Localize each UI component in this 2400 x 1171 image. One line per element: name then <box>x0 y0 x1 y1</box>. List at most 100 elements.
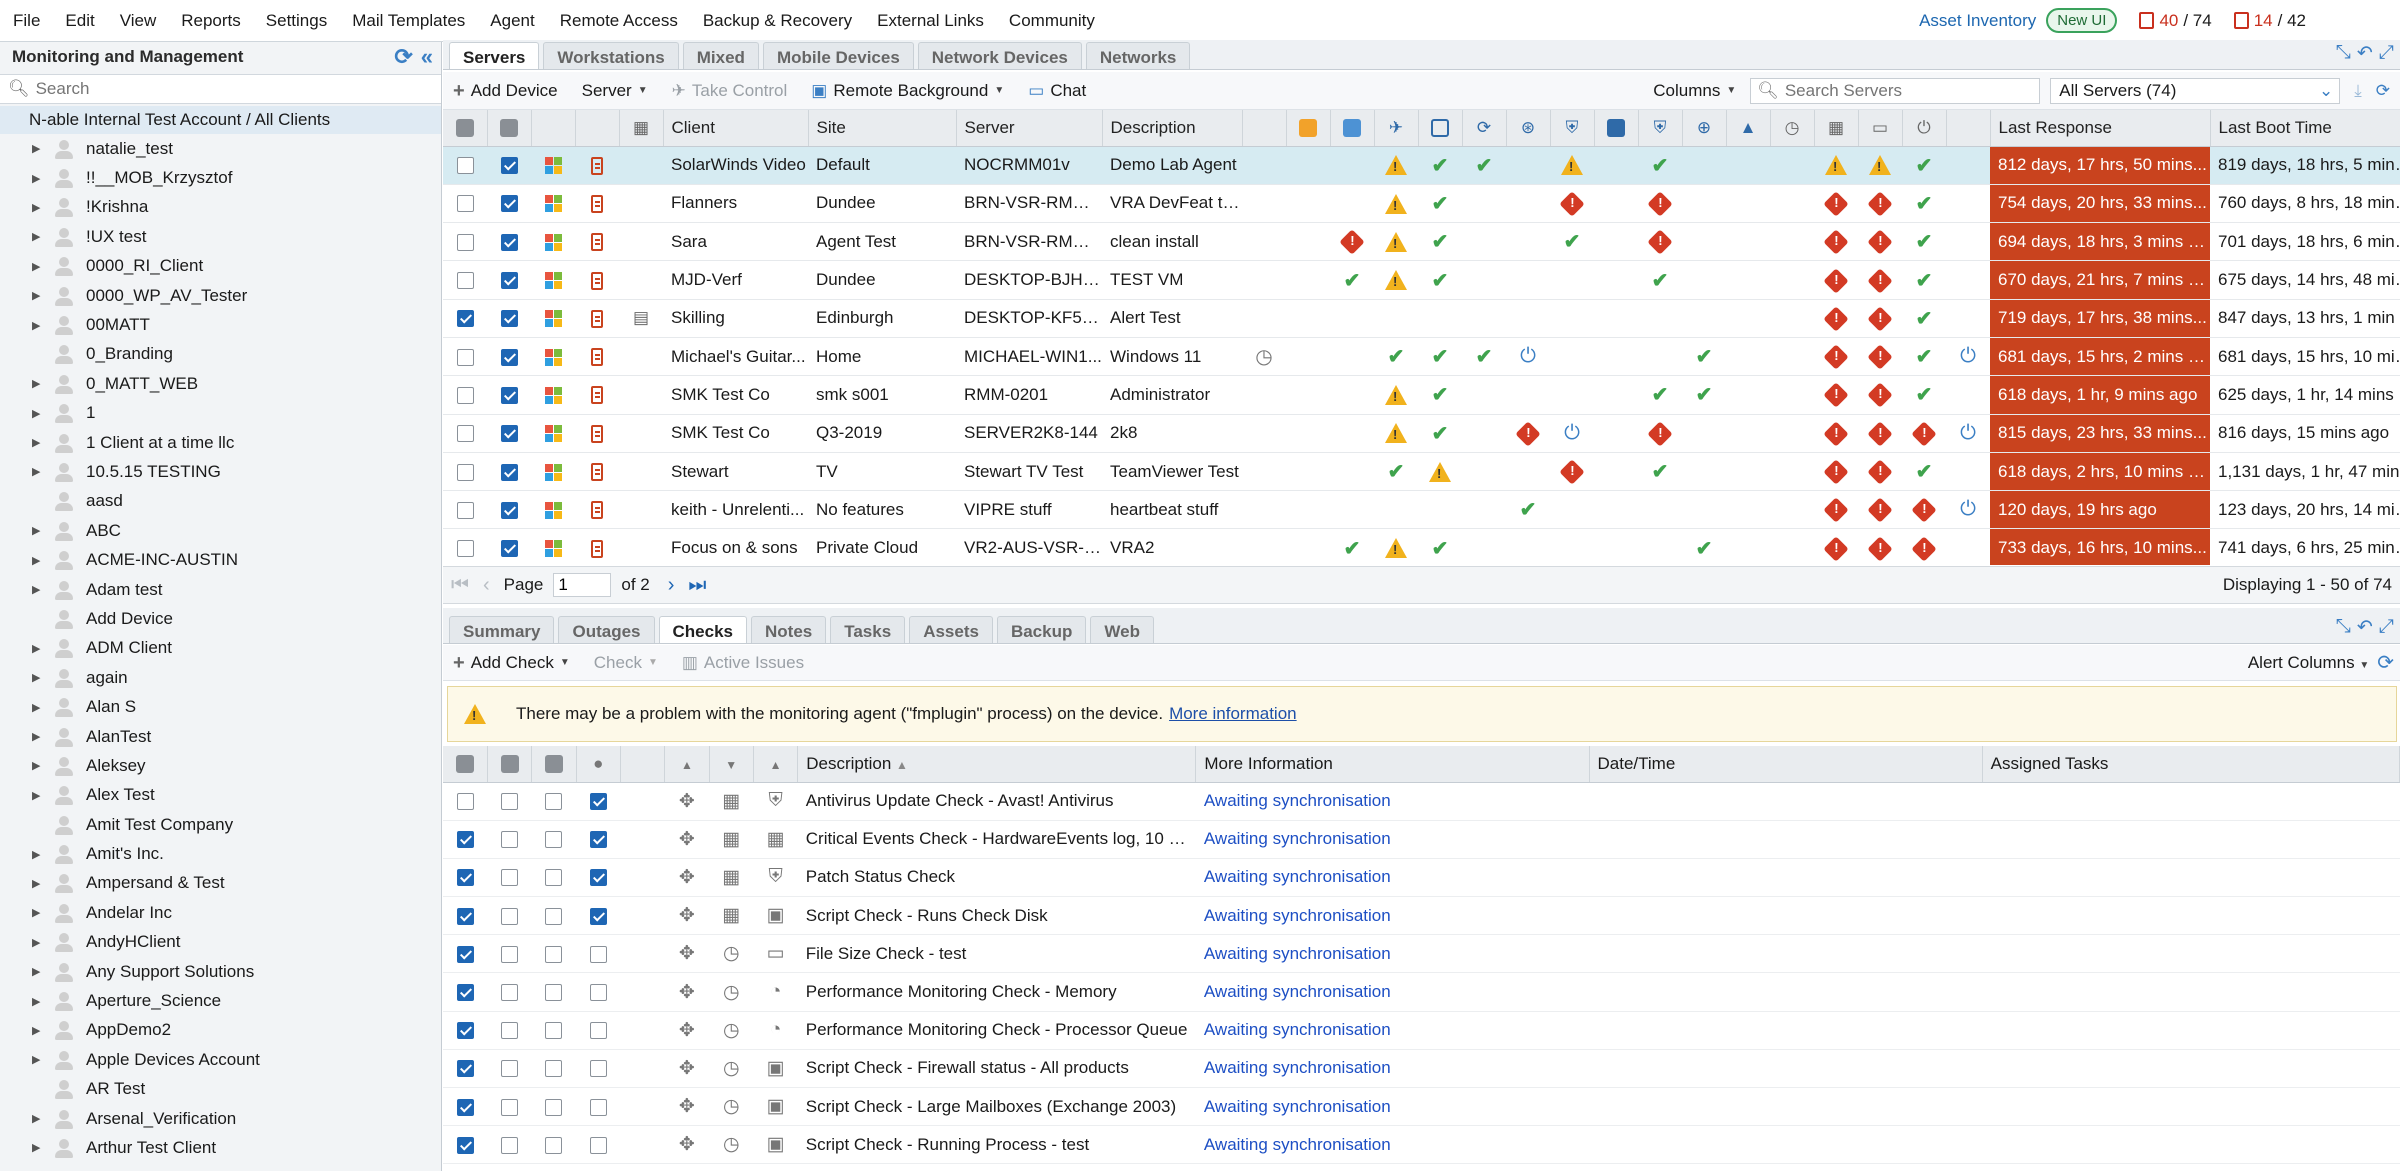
status-cell[interactable]: ✔ <box>1418 222 1462 262</box>
row-select-checkbox[interactable] <box>456 233 474 251</box>
row-select-checkbox[interactable] <box>456 348 474 366</box>
status-cell[interactable]: ✔ <box>1506 490 1550 530</box>
server-row[interactable]: Stewart TV Stewart TV Test TeamViewer Test ✔… <box>443 452 2400 492</box>
expand-arrow-icon[interactable]: ▶ <box>32 583 42 596</box>
status-cell[interactable]: ✔ <box>1638 260 1682 300</box>
client-tree-item[interactable]: ▶ Any Support Solutions <box>0 957 441 986</box>
menu-item[interactable]: Settings <box>253 11 339 31</box>
asset-inventory-link[interactable]: Asset Inventory <box>1919 11 2036 31</box>
server-row[interactable]: SolarWinds Video Default NOCRMM01v Demo Lab… <box>443 146 2400 185</box>
expand-arrow-icon[interactable]: ▶ <box>32 671 42 684</box>
expand-arrow-icon[interactable]: ▶ <box>32 906 42 919</box>
check-row[interactable]: ✥ ◷ ▣ Script Check - Firewall status - All … <box>443 1049 2400 1089</box>
expand-arrow-icon[interactable]: ▶ <box>32 701 42 714</box>
servers-failing-counter[interactable]: 40 / 74 <box>2139 11 2212 31</box>
status-cell[interactable] <box>1858 337 1902 377</box>
check-flag-checkbox[interactable] <box>545 1098 563 1116</box>
status-cell[interactable]: ✔ <box>1462 337 1506 377</box>
status-cell[interactable]: ✔ <box>1902 260 1946 300</box>
status-cell[interactable] <box>1858 184 1902 224</box>
move-handle-icon[interactable]: ✥ <box>679 905 695 926</box>
status-cell[interactable]: ✔ <box>1902 222 1946 262</box>
monitoring-checkbox[interactable] <box>500 157 518 175</box>
tab-workstations[interactable]: Workstations <box>543 42 679 69</box>
server-row[interactable]: keith - Unrelenti... No features VIPRE stu… <box>443 490 2400 530</box>
expand-arrow-icon[interactable]: ▶ <box>32 319 42 332</box>
server-filter-select[interactable]: All Servers (74) ⌄ <box>2050 77 2341 104</box>
status-cell[interactable]: ⏻ <box>1946 337 1990 377</box>
row-select-checkbox[interactable] <box>456 425 474 443</box>
col-client[interactable]: Client <box>663 110 809 147</box>
status-cell[interactable]: ✔ <box>1418 375 1462 415</box>
check-flag-checkbox[interactable] <box>501 793 519 811</box>
tab-backup[interactable]: Backup <box>996 616 1087 643</box>
status-cell[interactable] <box>1814 490 1858 530</box>
client-tree-item[interactable]: ▶ ABC <box>0 516 441 545</box>
col-web[interactable]: ⊛ <box>1506 110 1551 147</box>
status-cell[interactable] <box>1814 260 1858 300</box>
check-flag-checkbox[interactable] <box>545 945 563 963</box>
status-cell[interactable] <box>1638 414 1682 453</box>
col-site[interactable]: Site <box>808 110 957 147</box>
check-flag-checkbox[interactable] <box>456 907 474 925</box>
expand-arrow-icon[interactable]: ▶ <box>32 465 42 478</box>
client-tree-item[interactable]: ▶ natalie_test <box>0 134 441 163</box>
col-sort-a[interactable]: ▲ <box>664 746 710 783</box>
status-cell[interactable]: ✔ <box>1902 452 1946 492</box>
client-tree-item[interactable]: ▶ 0_MATT_WEB <box>0 369 441 398</box>
status-cell[interactable]: ✔ <box>1418 146 1462 185</box>
status-cell[interactable] <box>1814 184 1858 224</box>
shrink-icon[interactable]: ⤡ <box>2336 42 2351 65</box>
server-row[interactable]: SMK Test CoQ3-2019SERVER2K8-1442k8 ✔ ⏻ ⏻ 815… <box>443 414 2400 453</box>
client-tree-item[interactable]: ▶ Adam test <box>0 575 441 604</box>
menu-item[interactable]: View <box>107 11 169 31</box>
check-info-link[interactable]: Awaiting synchronisation <box>1195 858 1589 898</box>
status-cell[interactable]: ⏻ <box>1550 414 1594 453</box>
expand-arrow-icon[interactable]: ▶ <box>32 995 42 1008</box>
check-row[interactable]: ✥ ▦ ▦ Critical Events Check - HardwareEvent… <box>443 820 2400 859</box>
check-row[interactable]: ✥ ▦ ⛨ Patch Status Check Awaiting synchronis… <box>443 858 2400 898</box>
col-sort-b[interactable]: ▼ <box>709 746 754 783</box>
check-flag-checkbox[interactable] <box>456 831 474 849</box>
expand-arrow-icon[interactable]: ▶ <box>32 848 42 861</box>
server-row[interactable]: Michael's Guitar... Home MICHAEL-WIN1... Wi… <box>443 337 2400 377</box>
status-cell[interactable]: ✔ <box>1418 528 1462 565</box>
status-cell[interactable] <box>1858 299 1902 338</box>
status-cell[interactable]: ✔ <box>1462 146 1506 185</box>
expand-arrow-icon[interactable]: ▶ <box>32 554 42 567</box>
check-flag-checkbox[interactable] <box>501 907 519 925</box>
status-cell[interactable] <box>1418 452 1462 492</box>
status-cell[interactable]: ⏻ <box>1946 490 1990 530</box>
col-agent[interactable] <box>575 110 620 147</box>
check-flag-checkbox[interactable] <box>456 945 474 963</box>
col-extra[interactable] <box>1242 110 1287 147</box>
col-maintenance[interactable] <box>443 746 488 783</box>
tab-network-devices[interactable]: Network Devices <box>917 42 1082 69</box>
check-row[interactable]: ✥ ▦ ▣ Script Check - Runs Check Disk Awaitin… <box>443 896 2400 936</box>
monitoring-checkbox[interactable] <box>500 540 518 558</box>
status-cell[interactable] <box>1814 299 1858 338</box>
check-flag-checkbox[interactable] <box>456 869 474 887</box>
check-flag-checkbox[interactable] <box>456 984 474 1002</box>
menu-item[interactable]: External Links <box>864 11 996 31</box>
check-info-link[interactable]: Awaiting synchronisation <box>1195 934 1589 974</box>
client-tree-item[interactable]: ▶ !!__MOB_Krzysztof <box>0 163 441 192</box>
col-script[interactable] <box>1418 110 1463 147</box>
monitoring-checkbox[interactable] <box>500 195 518 213</box>
status-cell[interactable] <box>1814 452 1858 492</box>
client-tree-item[interactable]: ▶ Apple Devices Account <box>0 1045 441 1074</box>
expand-arrow-icon[interactable]: ▶ <box>32 1112 42 1125</box>
col-monitoring[interactable] <box>487 746 533 783</box>
check-row[interactable]: ✥ ◷ ◔ Performance Monitoring Check - Proces… <box>443 1011 2400 1050</box>
status-cell[interactable] <box>1374 414 1418 453</box>
col-screen[interactable]: ▭ <box>1858 110 1903 147</box>
check-flag-checkbox[interactable] <box>589 907 607 925</box>
check-flag-checkbox[interactable] <box>589 945 607 963</box>
check-row[interactable]: ✥ ◷ ▭ File Size Check - test Awaiting synchr… <box>443 934 2400 974</box>
check-info-link[interactable]: Awaiting synchronisation <box>1195 820 1589 859</box>
expand-icon[interactable]: ⤢ <box>2379 42 2394 65</box>
expand-arrow-icon[interactable]: ▶ <box>32 936 42 949</box>
status-cell[interactable] <box>1902 528 1946 565</box>
tab-mobile-devices[interactable]: Mobile Devices <box>762 42 914 69</box>
status-cell[interactable] <box>1550 146 1594 185</box>
